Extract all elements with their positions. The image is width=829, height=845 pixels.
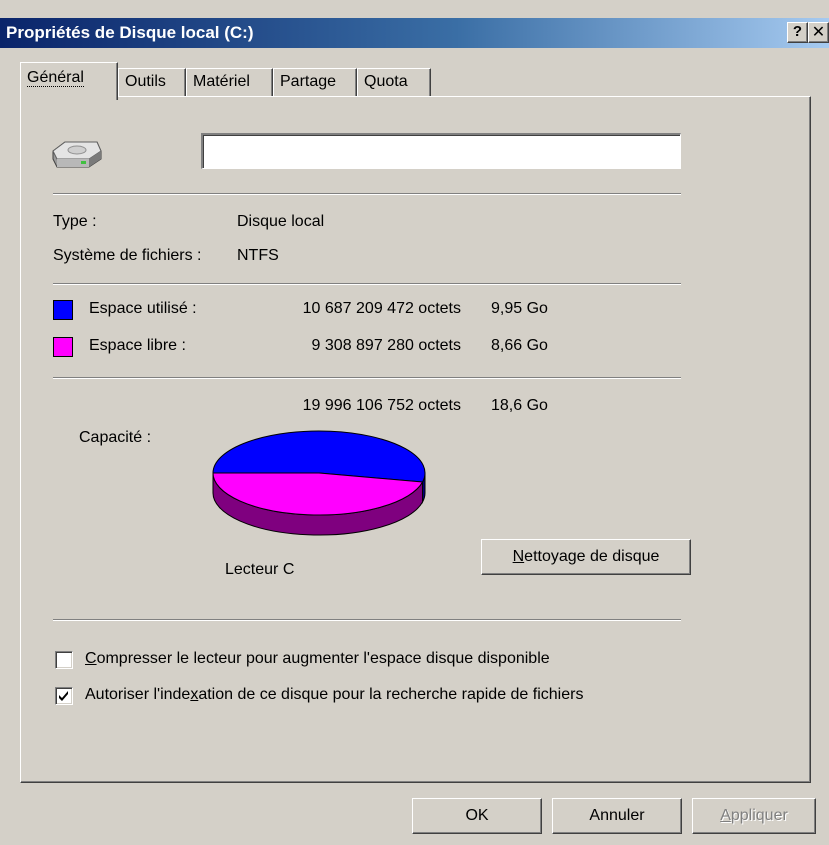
tab-general-label: Général bbox=[27, 69, 84, 87]
index-label-post: ation de ce disque pour la recherche rap… bbox=[198, 686, 584, 703]
drive-label: Lecteur C bbox=[225, 561, 295, 578]
help-button[interactable]: ? bbox=[787, 22, 808, 43]
tab-partage[interactable]: Partage bbox=[273, 68, 357, 96]
disk-usage-pie-chart bbox=[212, 430, 426, 536]
separator bbox=[53, 193, 681, 195]
close-button[interactable]: ✕ bbox=[808, 22, 829, 43]
used-space-bytes: 10 687 209 472 octets bbox=[302, 300, 461, 317]
capacity-bytes: 19 996 106 752 octets bbox=[302, 397, 461, 414]
used-space-swatch bbox=[53, 300, 73, 320]
separator bbox=[53, 377, 681, 379]
window-title: Propriétés de Disque local (C:) bbox=[6, 23, 254, 42]
tab-partage-label: Partage bbox=[280, 73, 337, 90]
ok-button[interactable]: OK bbox=[412, 798, 542, 834]
used-space-label: Espace utilisé : bbox=[89, 300, 197, 317]
free-space-label: Espace libre : bbox=[89, 337, 186, 354]
filesystem-label: Système de fichiers : bbox=[53, 247, 202, 264]
apply-accel: A bbox=[720, 807, 731, 824]
capacity-label: Capacité : bbox=[79, 429, 152, 446]
volume-name-input[interactable] bbox=[201, 133, 681, 169]
tab-outils-label: Outils bbox=[125, 73, 166, 90]
compress-label[interactable]: Compresser le lecteur pour augmenter l'e… bbox=[85, 650, 550, 668]
tab-panel-general: Type : Disque local Système de fichiers … bbox=[20, 96, 811, 783]
properties-dialog: Propriétés de Disque local (C:) ? ✕ Géné… bbox=[0, 0, 829, 845]
type-label: Type : bbox=[53, 213, 97, 230]
tab-quota[interactable]: Quota bbox=[357, 68, 431, 96]
free-space-size: 8,66 Go bbox=[491, 337, 548, 354]
index-label[interactable]: Autoriser l'indexation de ce disque pour… bbox=[85, 686, 583, 704]
index-checkbox[interactable] bbox=[55, 687, 73, 705]
disk-cleanup-button[interactable]: Nettoyage de disque bbox=[481, 539, 691, 575]
used-space-size: 9,95 Go bbox=[491, 300, 548, 317]
free-space-bytes: 9 308 897 280 octets bbox=[311, 337, 461, 354]
compress-label-post: ompresser le lecteur pour augmenter l'es… bbox=[96, 650, 550, 667]
disk-cleanup-accel: N bbox=[512, 548, 525, 565]
apply-button[interactable]: Appliquer bbox=[692, 798, 816, 834]
separator bbox=[53, 619, 681, 621]
apply-text: ppliquer bbox=[730, 807, 788, 824]
filesystem-value: NTFS bbox=[237, 247, 279, 264]
capacity-size: 18,6 Go bbox=[491, 397, 548, 414]
compress-checkbox[interactable] bbox=[55, 651, 73, 669]
free-space-swatch bbox=[53, 337, 73, 357]
compress-label-accel: C bbox=[85, 650, 97, 667]
type-value: Disque local bbox=[237, 213, 325, 230]
tab-materiel-label: Matériel bbox=[193, 73, 250, 90]
checkmark-icon bbox=[59, 691, 68, 701]
disk-cleanup-text: ettoyage de disque bbox=[524, 548, 660, 565]
tab-quota-label: Quota bbox=[364, 73, 408, 90]
hard-drive-icon bbox=[52, 141, 102, 168]
tab-general[interactable]: Général bbox=[20, 62, 118, 100]
separator bbox=[53, 283, 681, 285]
title-bar[interactable]: Propriétés de Disque local (C:) ? ✕ bbox=[0, 18, 829, 48]
tab-outils[interactable]: Outils bbox=[118, 68, 186, 96]
index-label-pre: Autoriser l'inde bbox=[85, 686, 191, 703]
tab-materiel[interactable]: Matériel bbox=[186, 68, 273, 96]
cancel-button[interactable]: Annuler bbox=[552, 798, 682, 834]
